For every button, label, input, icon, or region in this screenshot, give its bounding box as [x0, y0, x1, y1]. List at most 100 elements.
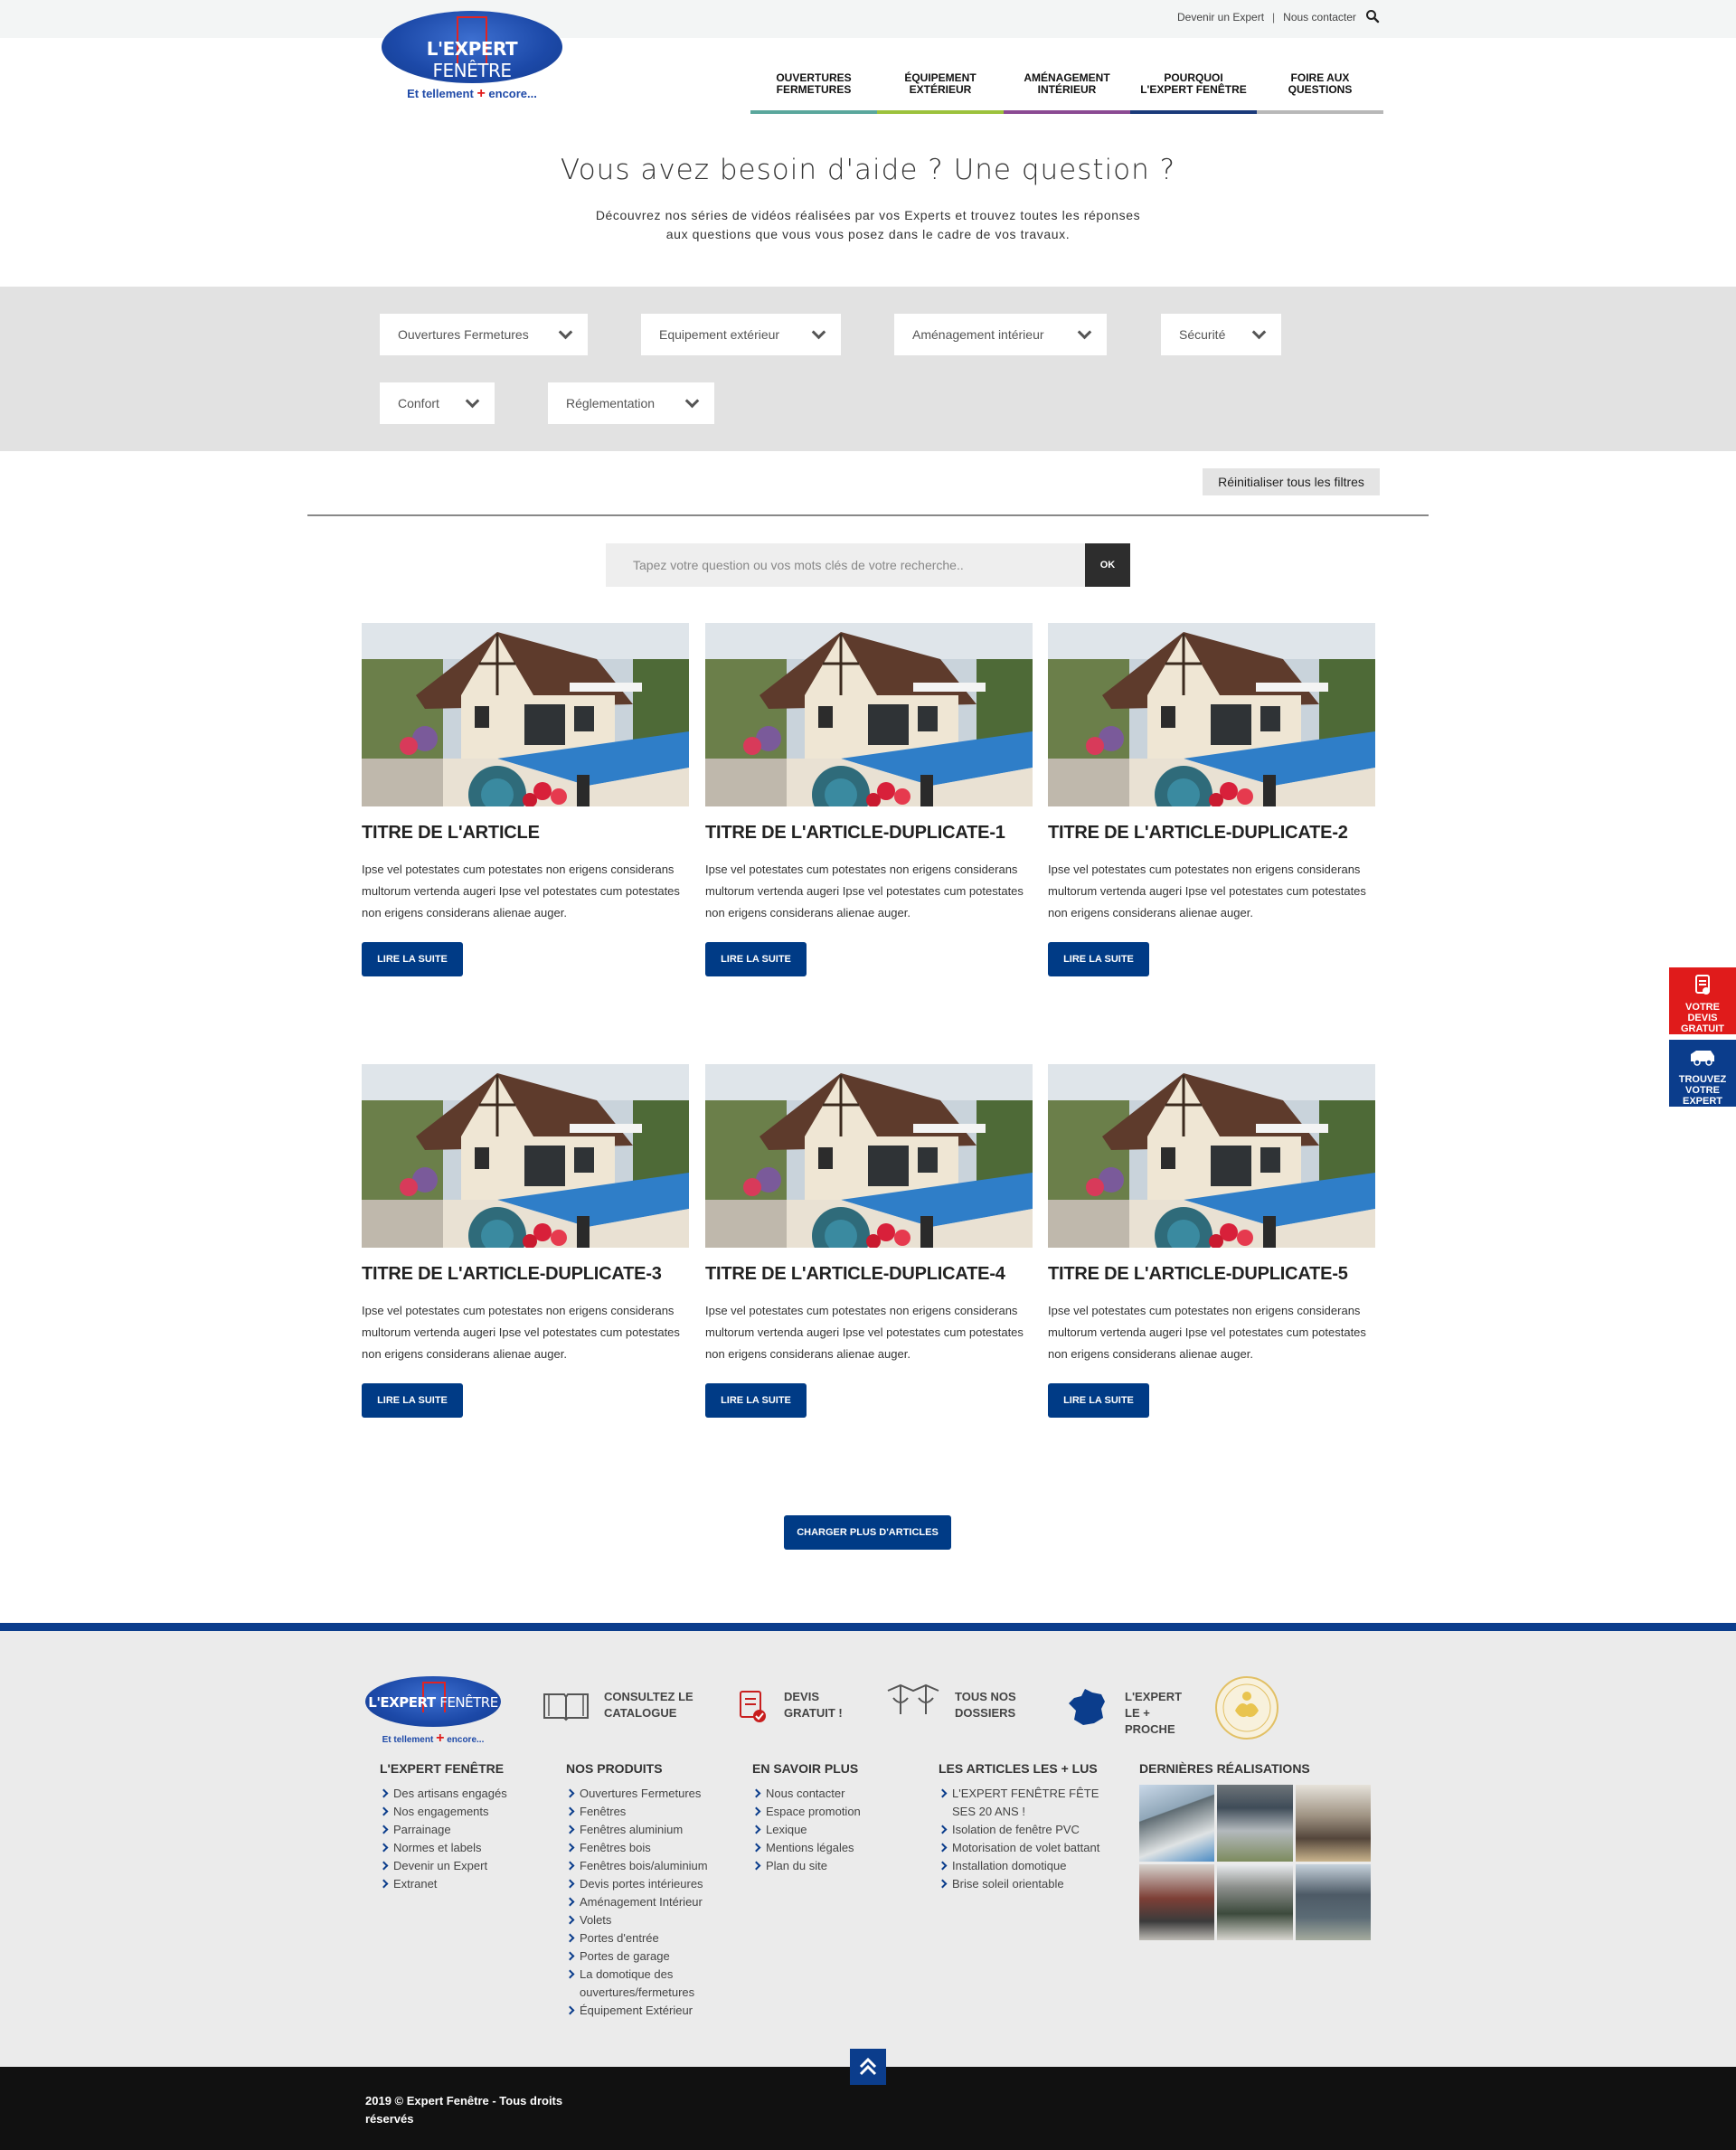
read-more-button[interactable]: LIRE LA SUITE	[1048, 942, 1149, 976]
gallery-photo[interactable]	[1295, 1785, 1371, 1862]
reset-filters-button[interactable]: Réinitialiser tous les filtres	[1203, 468, 1380, 495]
side-tab-expert[interactable]: Trouvez votre expert	[1669, 1040, 1736, 1107]
nav-item-equipement[interactable]: Équipement extérieur	[877, 71, 1004, 114]
footer-link[interactable]: Extranet	[380, 1875, 524, 1893]
article-card: TITRE DE L'ARTICLE-DUPLICATE-1 Ipse vel p…	[705, 623, 1033, 976]
back-to-top-button[interactable]	[850, 2049, 886, 2085]
footer-link[interactable]: Mentions légales	[752, 1839, 897, 1857]
article-title[interactable]: TITRE DE L'ARTICLE-DUPLICATE-3	[362, 1264, 689, 1285]
search-ok-button[interactable]: OK	[1085, 543, 1130, 587]
footer-link[interactable]: Normes et labels	[380, 1839, 524, 1857]
nav-item-ouvertures[interactable]: Ouvertures Fermetures	[750, 71, 877, 114]
footer-link[interactable]: Motorisation de volet battant	[939, 1839, 1101, 1857]
read-more-button[interactable]: LIRE LA SUITE	[705, 1383, 807, 1418]
read-more-button[interactable]: LIRE LA SUITE	[362, 942, 463, 976]
filter-equipement[interactable]: Equipement extérieur	[641, 314, 841, 355]
feature-expert-proche[interactable]: L'Expert le + proche	[1067, 1689, 1203, 1738]
feature-catalogue[interactable]: Consultez le catalogue	[541, 1689, 694, 1721]
search-icon[interactable]	[1365, 9, 1380, 24]
footer-link[interactable]: Nous contacter	[752, 1785, 897, 1803]
filter-reglementation[interactable]: Réglementation	[548, 382, 714, 424]
footer-link[interactable]: Ouvertures Fermetures	[566, 1785, 720, 1803]
footer-link[interactable]: Fenêtres	[566, 1803, 720, 1821]
read-more-button[interactable]: LIRE LA SUITE	[362, 1383, 463, 1418]
chevron-down-icon	[464, 395, 480, 411]
load-more-button[interactable]: CHARGER PLUS D'ARTICLES	[784, 1515, 951, 1550]
footer-link[interactable]: Portes de garage	[566, 1947, 720, 1966]
article-excerpt: Ipse vel potestates cum potestates non e…	[362, 1304, 680, 1361]
divider	[307, 514, 1429, 516]
article-photo[interactable]	[705, 1064, 1033, 1248]
filter-confort[interactable]: Confort	[380, 382, 495, 424]
feature-line1: L'Expert	[1125, 1690, 1183, 1703]
nav-underline	[750, 110, 877, 114]
gallery-photo[interactable]	[1217, 1785, 1293, 1862]
footer-link[interactable]: Devenir un Expert	[380, 1857, 524, 1875]
book-icon	[543, 1693, 589, 1721]
side-tab-devis[interactable]: Votre devis gratuit	[1669, 967, 1736, 1034]
gallery-photo[interactable]	[1295, 1863, 1371, 1940]
footer-link[interactable]: Volets	[566, 1911, 720, 1929]
site-logo[interactable]: L'EXPERT FENÊTRE Et tellement + encore..…	[379, 11, 565, 101]
footer-link[interactable]: Isolation de fenêtre PVC	[939, 1821, 1101, 1839]
filter-ouvertures[interactable]: Ouvertures Fermetures	[380, 314, 588, 355]
footer-link[interactable]: Installation domotique	[939, 1857, 1101, 1875]
footer-link[interactable]: Portes d'entrée	[566, 1929, 720, 1947]
footer-link[interactable]: La domotique des ouvertures/fermetures	[566, 1966, 720, 2002]
side-tab-line: Trouvez	[1678, 1074, 1727, 1085]
footer-link[interactable]: Plan du site	[752, 1857, 897, 1875]
gallery-photo[interactable]	[1217, 1863, 1293, 1940]
footer-link[interactable]: Des artisans engagés	[380, 1785, 524, 1803]
footer-link[interactable]: Nos engagements	[380, 1803, 524, 1821]
filter-label: Equipement extérieur	[659, 327, 780, 342]
footer-top-line	[0, 1623, 1736, 1631]
footer-link[interactable]: Aménagement Intérieur	[566, 1893, 720, 1911]
contact-link[interactable]: Nous contacter	[1283, 11, 1356, 24]
feature-line1: Consultez le	[604, 1690, 693, 1703]
nav-item-amenagement[interactable]: Aménagement intérieur	[1004, 71, 1130, 114]
nav-item-pourquoi[interactable]: Pourquoi L'Expert Fenêtre	[1130, 71, 1257, 114]
footer-link[interactable]: L'EXPERT FENÊTRE FÊTE SES 20 ANS !	[939, 1785, 1101, 1821]
become-expert-link[interactable]: Devenir un Expert	[1177, 11, 1264, 24]
gallery-photo[interactable]	[1139, 1785, 1215, 1862]
feature-devis[interactable]: Devis gratuit !	[738, 1689, 864, 1722]
search-input[interactable]	[606, 543, 1067, 587]
footer-link[interactable]: Fenêtres bois	[566, 1839, 720, 1857]
gallery-photo[interactable]	[1139, 1863, 1215, 1940]
chevron-down-icon	[1250, 326, 1267, 343]
filter-label: Confort	[398, 396, 439, 410]
chevron-down-icon	[1076, 326, 1092, 343]
article-photo[interactable]	[705, 623, 1033, 806]
filter-securite[interactable]: Sécurité	[1161, 314, 1281, 355]
logo-brand-thin: FENÊTRE	[439, 1694, 498, 1711]
article-photo[interactable]	[362, 1064, 689, 1248]
footer-link[interactable]: Fenêtres aluminium	[566, 1821, 720, 1839]
read-more-button[interactable]: LIRE LA SUITE	[705, 942, 807, 976]
article-title[interactable]: TITRE DE L'ARTICLE-DUPLICATE-2	[1048, 823, 1375, 844]
nav-item-faq[interactable]: Foire aux questions	[1257, 71, 1383, 114]
nav-underline	[1130, 110, 1257, 114]
footer-link[interactable]: Devis portes intérieures	[566, 1875, 720, 1893]
article-title[interactable]: TITRE DE L'ARTICLE-DUPLICATE-1	[705, 823, 1033, 844]
van-icon	[1691, 1051, 1714, 1066]
footer-link[interactable]: Équipement Extérieur	[566, 2002, 720, 2020]
article-photo[interactable]	[1048, 1064, 1375, 1248]
filter-amenagement[interactable]: Aménagement intérieur	[894, 314, 1107, 355]
feature-line2: catalogue	[604, 1706, 677, 1720]
footer-link[interactable]: Espace promotion	[752, 1803, 897, 1821]
footer-link[interactable]: Parrainage	[380, 1821, 524, 1839]
feature-dossiers[interactable]: Tous nos dossiers	[881, 1683, 1025, 1721]
footer-link-list: Des artisans engagés Nos engagements Parra…	[380, 1785, 524, 1893]
article-photo[interactable]	[1048, 623, 1375, 806]
footer-link[interactable]: Lexique	[752, 1821, 897, 1839]
footer-link[interactable]: Brise soleil orientable	[939, 1875, 1101, 1893]
filter-label: Ouvertures Fermetures	[398, 327, 529, 342]
article-title[interactable]: TITRE DE L'ARTICLE-DUPLICATE-5	[1048, 1264, 1375, 1285]
read-more-button[interactable]: LIRE LA SUITE	[1048, 1383, 1149, 1418]
article-photo[interactable]	[362, 623, 689, 806]
footer-col-title: Dernières réalisations	[1139, 1761, 1310, 1776]
footer-link[interactable]: Fenêtres bois/aluminium	[566, 1857, 720, 1875]
footer-logo[interactable]: L'EXPERT FENÊTRE Et tellement + encore..…	[365, 1676, 501, 1749]
article-title[interactable]: TITRE DE L'ARTICLE	[362, 823, 689, 844]
article-title[interactable]: TITRE DE L'ARTICLE-DUPLICATE-4	[705, 1264, 1033, 1285]
